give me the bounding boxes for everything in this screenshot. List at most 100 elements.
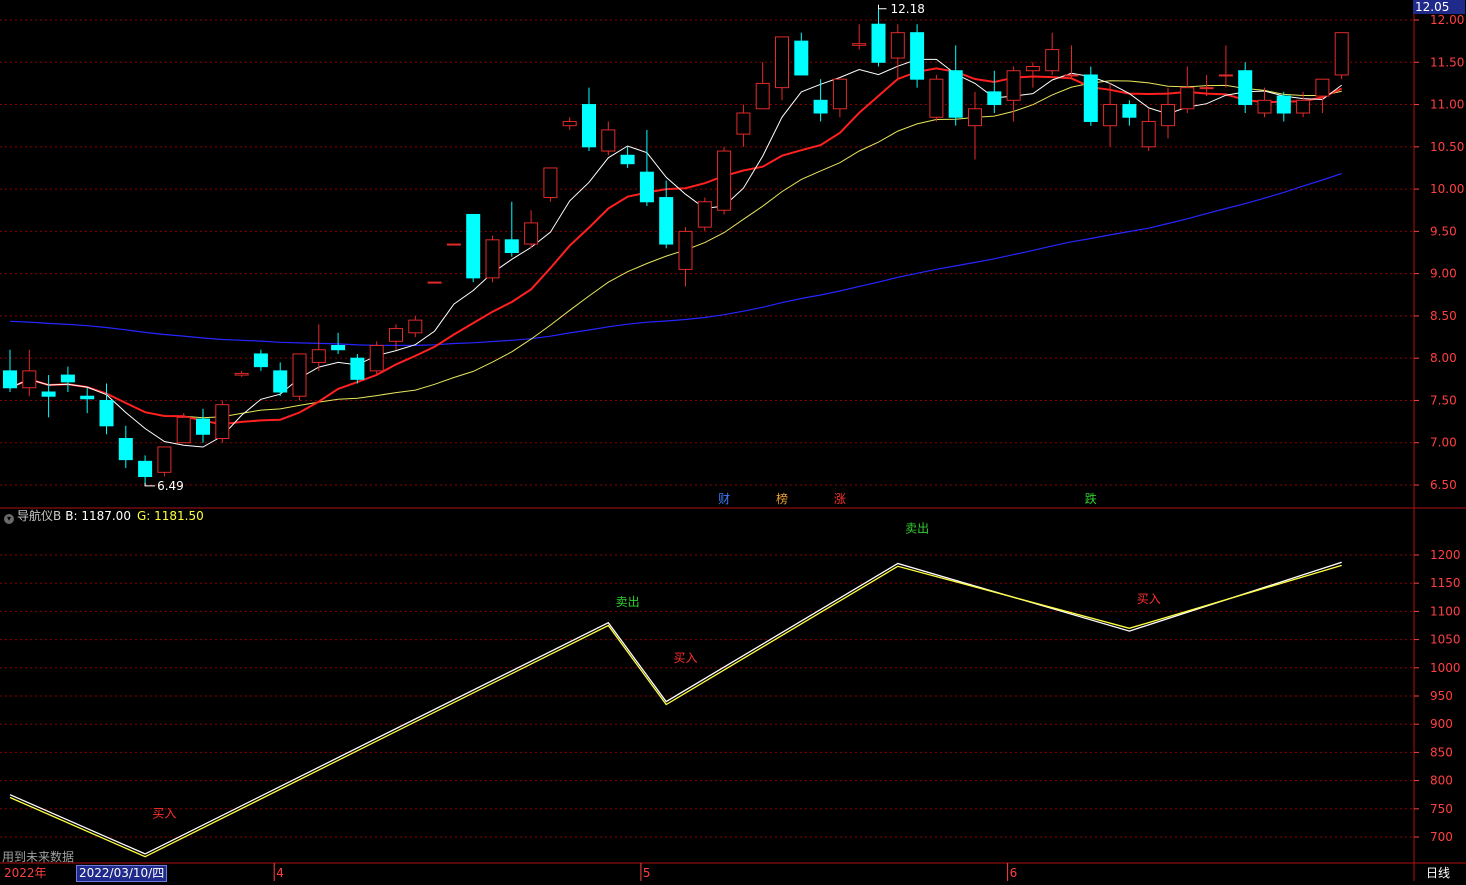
candle-body[interactable] <box>292 353 307 397</box>
cursor-date: 2022/03/10/四 <box>76 865 168 882</box>
low-price-label: 6.49 <box>157 479 184 493</box>
candle-body[interactable] <box>234 372 249 376</box>
candle-body[interactable] <box>1064 74 1079 77</box>
price-tick-label: 12.00 <box>1430 13 1464 27</box>
sell-signal-label: 卖出 <box>905 521 929 535</box>
candle-body[interactable] <box>22 370 37 389</box>
collapse-icon[interactable]: ▾ <box>4 514 14 524</box>
candle-body[interactable] <box>118 438 133 461</box>
indicator-header: ▾ 导航仪B B: 1187.00 G: 1181.50 <box>4 509 204 524</box>
candle-body[interactable] <box>524 222 539 245</box>
candle-body[interactable] <box>1141 120 1156 148</box>
candle-body[interactable] <box>813 99 828 114</box>
indicator-line-b <box>9 561 1342 855</box>
candle-body[interactable] <box>794 40 809 76</box>
indicator-name: 导航仪B <box>17 509 62 523</box>
price-tick-label: 8.00 <box>1430 351 1457 365</box>
candle-body[interactable] <box>427 281 442 284</box>
candle-body[interactable] <box>331 345 346 351</box>
candle-body[interactable] <box>1045 49 1060 72</box>
candle-body[interactable] <box>1161 104 1175 127</box>
candle-body[interactable] <box>543 167 558 199</box>
candle-body[interactable] <box>80 395 95 400</box>
candle-body[interactable] <box>929 78 944 118</box>
candle-body[interactable] <box>466 213 481 279</box>
indicator-line-g <box>9 564 1342 858</box>
candle-body[interactable] <box>678 230 693 270</box>
high-marker <box>878 4 887 10</box>
candle-body[interactable] <box>1025 66 1040 72</box>
candle-body[interactable] <box>504 239 519 253</box>
candle-body[interactable] <box>639 171 654 203</box>
candle-body[interactable] <box>157 446 172 473</box>
candle-body[interactable] <box>1315 78 1330 97</box>
candle-body[interactable] <box>1122 104 1137 118</box>
price-tick-label: 10.50 <box>1430 140 1464 154</box>
indicator-tick-label: 900 <box>1430 717 1453 731</box>
candle-body[interactable] <box>99 399 114 427</box>
candle-body[interactable] <box>350 357 365 380</box>
candle-body[interactable] <box>1238 70 1253 106</box>
candle-body[interactable] <box>852 43 867 46</box>
candle-body[interactable] <box>389 328 403 342</box>
high-price-label: 12.18 <box>891 2 925 16</box>
candle-body[interactable] <box>697 201 712 228</box>
candle-body[interactable] <box>1296 99 1311 114</box>
period-label[interactable]: 日线 <box>1426 864 1450 881</box>
candle-body[interactable] <box>775 36 789 89</box>
candle-body[interactable] <box>1103 104 1118 127</box>
candle-body[interactable] <box>890 32 905 59</box>
indicator-tick-label: 1150 <box>1430 576 1461 590</box>
indicator-tick-label: 750 <box>1430 802 1453 816</box>
candle-body[interactable] <box>1276 95 1291 114</box>
price-tick-label: 11.50 <box>1430 55 1464 69</box>
candle-body[interactable] <box>1218 74 1233 77</box>
price-tick-label: 9.00 <box>1430 267 1457 281</box>
candle-body[interactable] <box>717 150 732 211</box>
event-marker[interactable]: 榜 <box>776 491 788 506</box>
candle-body[interactable] <box>60 374 75 383</box>
candle-body[interactable] <box>196 418 210 435</box>
candle-body[interactable] <box>582 104 596 148</box>
candle-body[interactable] <box>273 370 288 393</box>
event-marker[interactable]: 跌 <box>1085 491 1097 506</box>
event-marker[interactable]: 财 <box>718 492 730 506</box>
candle-body[interactable] <box>138 460 153 478</box>
candle-body[interactable] <box>3 370 17 389</box>
candle-body[interactable] <box>408 319 423 334</box>
candle-body[interactable] <box>446 243 461 246</box>
candle-body[interactable] <box>659 197 674 245</box>
indicator-b-value: B: 1187.00 <box>65 509 131 523</box>
candle-body[interactable] <box>215 404 230 440</box>
candle-body[interactable] <box>620 154 635 165</box>
candle-body[interactable] <box>41 391 56 397</box>
candle-body[interactable] <box>562 120 577 127</box>
candle-body[interactable] <box>1180 87 1195 110</box>
candle-body[interactable] <box>832 78 847 110</box>
candle-body[interactable] <box>736 112 751 135</box>
candle-body[interactable] <box>253 353 268 368</box>
candle-body[interactable] <box>176 416 191 444</box>
candle-body[interactable] <box>948 70 963 118</box>
chart-canvas[interactable]: 12.00 11.50 11.00 10.50 10.00 9.50 9.00 8.50 8.0… <box>0 0 1466 881</box>
candle-body[interactable] <box>1199 87 1214 90</box>
candle-body[interactable] <box>987 91 1002 106</box>
candle-body[interactable] <box>601 129 616 152</box>
candle-body[interactable] <box>755 82 770 110</box>
candle-body[interactable] <box>1083 74 1098 122</box>
candle-body[interactable] <box>485 239 500 279</box>
price-tick-label: 9.50 <box>1430 224 1457 238</box>
candle-body[interactable] <box>369 345 384 372</box>
price-tick-label: 8.50 <box>1430 309 1457 323</box>
x-axis-label: 5 <box>643 866 651 880</box>
candle-body[interactable] <box>1257 99 1272 114</box>
candle-body[interactable] <box>910 32 925 80</box>
indicator-g-value: G: 1181.50 <box>136 509 204 523</box>
candle-body[interactable] <box>1006 70 1021 101</box>
candle-body[interactable] <box>871 23 886 63</box>
candle-body[interactable] <box>311 349 326 363</box>
candle-body[interactable] <box>968 108 982 127</box>
event-marker[interactable]: 涨 <box>834 491 846 506</box>
stock-chart[interactable]: 12.00 11.50 11.00 10.50 10.00 9.50 9.00 8.50 8.0… <box>0 0 1466 881</box>
candle-body[interactable] <box>1334 32 1349 76</box>
